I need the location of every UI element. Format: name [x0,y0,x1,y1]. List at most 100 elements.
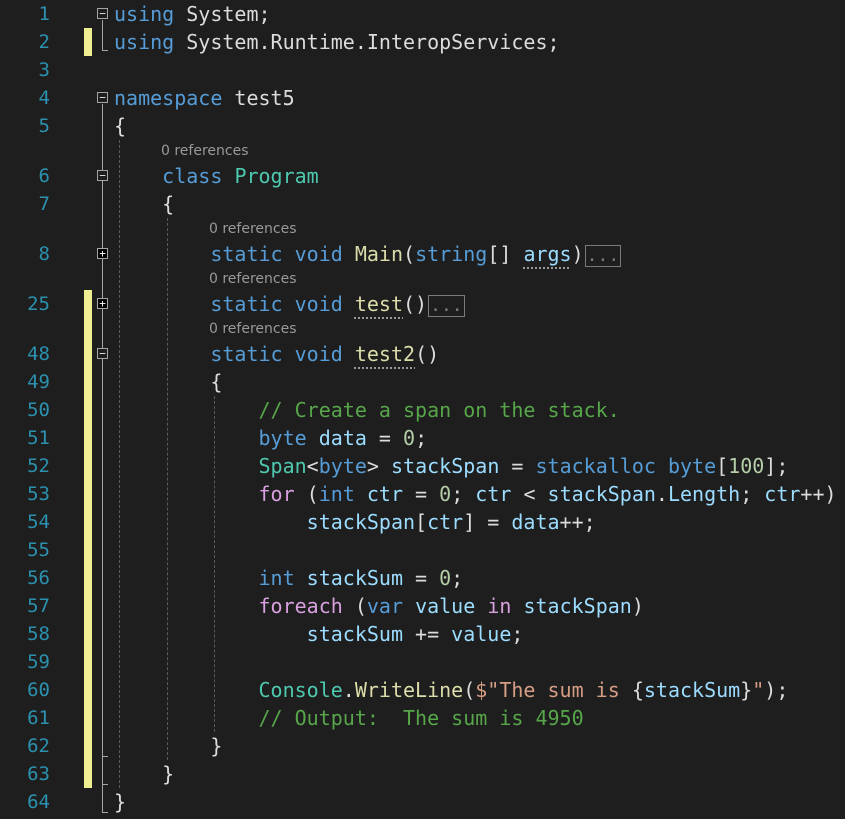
code-text: // Output: The sum is 4950 [114,704,584,732]
code-editor[interactable]: − − − + + − 1 using System; 2 using System.Runti… [0,0,845,819]
code-token: data [318,426,367,450]
code-token: } [740,678,753,702]
code-line[interactable]: 49 { [0,368,845,396]
code-token: $"The sum is [475,678,632,702]
code-line[interactable]: 48 static void test2() [0,340,845,368]
code-token: Main [354,242,404,266]
line-number: 2 [38,31,50,53]
code-token: . [655,482,668,506]
code-token: ) [571,242,584,266]
code-token: int [258,566,295,590]
code-token: ); [764,678,789,702]
code-token: var [366,594,404,618]
code-token: value [451,622,512,646]
code-line[interactable]: 6 class Program [0,162,845,190]
code-line[interactable]: 5{ [0,112,845,140]
code-text: stackSpan[ctr] = data++; [114,508,596,536]
code-token: Span [258,454,307,478]
code-line[interactable]: 60 Console.WriteLine($"The sum is {stack… [0,676,845,704]
codelens-references[interactable]: 0 references [209,269,297,289]
code-line[interactable]: 59 [0,648,845,676]
code-text: { [114,368,222,396]
code-token: void [294,242,343,266]
collapsed-region-marker[interactable]: ... [584,244,622,267]
code-token: } [114,734,223,758]
code-token: < [511,482,548,506]
code-token: stackSpan [523,594,632,618]
code-line[interactable]: 25 static void test()... [0,290,845,318]
code-token: ) [631,594,644,618]
code-line[interactable]: 61 // Output: The sum is 4950 [0,704,845,732]
code-token: = [499,454,536,478]
code-line[interactable]: 52 Span<byte> stackSpan = stackalloc byt… [0,452,845,480]
code-line[interactable]: 54 stackSpan[ctr] = data++; [0,508,845,536]
code-text: Console.WriteLine($"The sum is {stackSum… [114,676,789,704]
code-text: static void test2() [114,340,439,368]
collapsed-region-marker[interactable]: ... [428,294,465,317]
code-line[interactable]: 3 [0,56,845,84]
code-line[interactable]: 55 [0,536,845,564]
code-token: using [114,2,175,26]
code-line[interactable]: 51 byte data = 0; [0,424,845,452]
code-token: Length [667,482,741,506]
code-token: foreach [258,594,343,618]
codelens-references[interactable]: 0 references [209,319,297,339]
code-token: class [162,164,223,188]
line-number: 5 [38,115,50,137]
code-token: stackSpan [547,482,656,506]
code-line[interactable]: 53 for (int ctr = 0; ctr < stackSpan.Len… [0,480,845,508]
code-token: ; [451,566,464,590]
code-line[interactable]: 62 } [0,732,845,760]
code-line[interactable]: 63 } [0,760,845,788]
code-token: ; [451,482,476,506]
code-line[interactable]: 57 foreach (var value in stackSpan) [0,592,845,620]
code-token: } [114,790,127,814]
line-number: 58 [27,623,50,645]
code-token: += [402,622,452,646]
code-text: class Program [114,162,319,190]
code-line[interactable]: 8 static void Main(string[] args)... [0,240,845,268]
code-line[interactable]: 64} [0,788,845,816]
code-token: static [210,342,283,366]
line-number: 52 [27,455,50,477]
code-token: in [487,594,512,618]
code-token: using [114,30,175,54]
code-token: 0 [439,566,452,590]
code-token: = [366,426,404,450]
code-text: { [114,190,174,218]
code-line[interactable]: 50 // Create a span on the stack. [0,396,845,424]
line-number: 60 [27,679,50,701]
code-line[interactable]: 7 { [0,190,845,218]
code-token: ( [342,594,367,618]
code-token: stackSpan [306,510,416,534]
code-token: string [415,242,488,266]
line-number: 48 [27,343,50,365]
code-token: [ [716,454,729,478]
code-token: ++; [559,510,596,534]
code-line[interactable]: 4 namespace test5 [0,84,845,112]
code-token: WriteLine [354,678,464,702]
code-token: ]; [764,454,789,478]
line-number: 56 [27,567,50,589]
code-token: = [403,566,440,590]
code-line[interactable]: 58 stackSum += value; [0,620,845,648]
line-number: 55 [27,539,50,561]
code-line[interactable]: 1 using System; [0,0,845,28]
code-token: args [523,242,572,266]
codelens-references[interactable]: 0 references [209,219,297,239]
code-token: { [114,192,175,216]
code-line[interactable]: 2 using System.Runtime.InteropServices; [0,28,845,56]
code-text: foreach (var value in stackSpan) [114,592,644,620]
codelens-references[interactable]: 0 references [161,141,249,161]
code-line[interactable]: 56 int stackSum = 0; [0,564,845,592]
code-token: stackSpan [390,454,500,478]
code-token: { [114,370,223,394]
